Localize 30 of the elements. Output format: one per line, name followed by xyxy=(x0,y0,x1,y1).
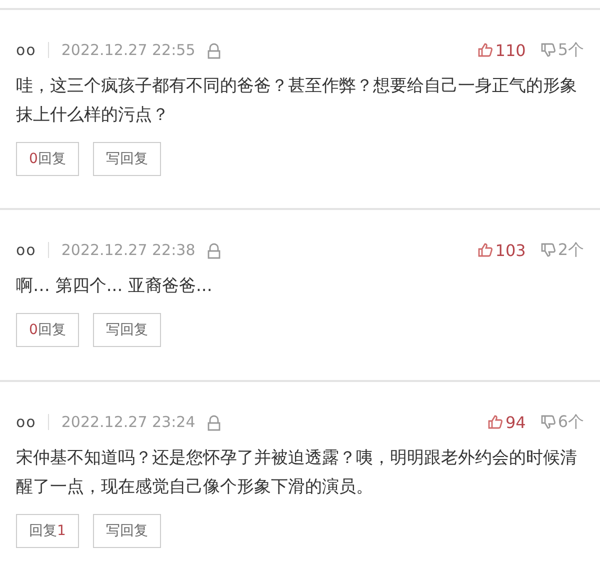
comment-time: 2022.12.27 22:38 xyxy=(61,241,196,259)
thumbs-down-icon[interactable] xyxy=(540,242,556,258)
comment-text: 宋仲基不知道吗？还是您怀孕了并被迫透露？咦，明明跟老外约会的时候清醒了一点，现在感觉自己像个形象下滑的演员。 xyxy=(16,447,578,499)
thumbs-up-icon[interactable] xyxy=(487,414,504,430)
dislike-count: 5个 xyxy=(558,40,584,60)
thumbs-down-icon[interactable] xyxy=(540,414,556,430)
thumbs-up-icon[interactable] xyxy=(477,42,494,58)
reply-button[interactable]: 0回复 xyxy=(16,313,79,347)
thumbs-down-icon[interactable] xyxy=(540,42,556,58)
reply-button[interactable]: 0回复 xyxy=(16,142,79,176)
username[interactable]: oo xyxy=(16,41,36,59)
comment-time: 2022.12.27 23:24 xyxy=(61,413,196,431)
username[interactable]: oo xyxy=(16,241,36,259)
dislike-count: 2个 xyxy=(558,240,584,260)
like-count: 103 xyxy=(495,240,526,260)
comment-time: 2022.12.27 22:55 xyxy=(61,41,196,59)
write-reply-button[interactable]: 写回复 xyxy=(92,514,161,548)
thumbs-up-icon[interactable] xyxy=(477,242,494,258)
lock-icon xyxy=(207,42,222,58)
comment-text: 啊… 第四个... 亚裔爸爸... xyxy=(16,275,214,298)
write-reply-button[interactable]: 写回复 xyxy=(92,142,161,176)
write-reply-button[interactable]: 写回复 xyxy=(92,313,161,347)
reply-button[interactable]: 回复1 xyxy=(16,514,79,548)
username[interactable]: oo xyxy=(16,413,36,431)
dislike-count: 6个 xyxy=(558,412,584,432)
lock-icon xyxy=(207,242,222,258)
like-count: 94 xyxy=(505,412,526,432)
lock-icon xyxy=(207,414,222,430)
like-count: 110 xyxy=(495,40,526,60)
comment-text: 哇，这三个疯孩子都有不同的爸爸？甚至作弊？想要给自己一身正气的形象抹上什么样的污点？ xyxy=(16,75,578,127)
